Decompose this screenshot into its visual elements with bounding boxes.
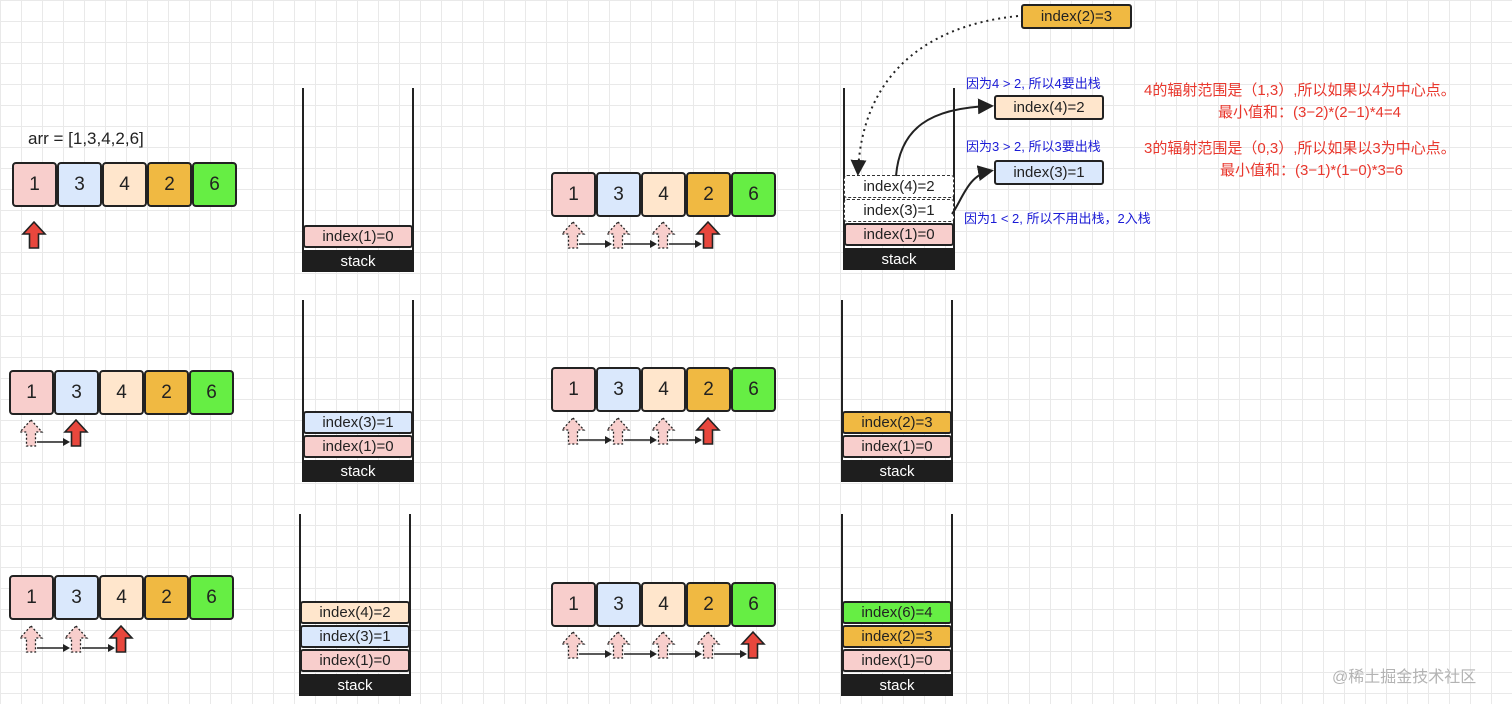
pointer-connector-head-icon — [695, 240, 702, 248]
pointer-connector-head-icon — [650, 240, 657, 248]
pop-3-arrow-icon — [951, 165, 994, 215]
pointer-connector-head-icon — [108, 644, 115, 652]
pointer-connector-head-icon — [650, 650, 657, 658]
pointer-connector-head-icon — [695, 436, 702, 444]
pointer-connector-head-icon — [605, 650, 612, 658]
push-2-arrow-icon — [850, 15, 1019, 176]
pointer-connector-head-icon — [63, 438, 70, 446]
pointer-connector-head-icon — [63, 644, 70, 652]
pop-4-arrow-icon — [895, 98, 994, 177]
pointer-connector-head-icon — [695, 650, 702, 658]
pointer-connector-head-icon — [605, 436, 612, 444]
pointer-connector-head-icon — [650, 436, 657, 444]
pointer-connector-head-icon — [605, 240, 612, 248]
pointer-overlay — [18, 15, 1019, 659]
current-pointer-arrow-icon — [21, 220, 47, 249]
pointer-connector-head-icon — [740, 650, 747, 658]
